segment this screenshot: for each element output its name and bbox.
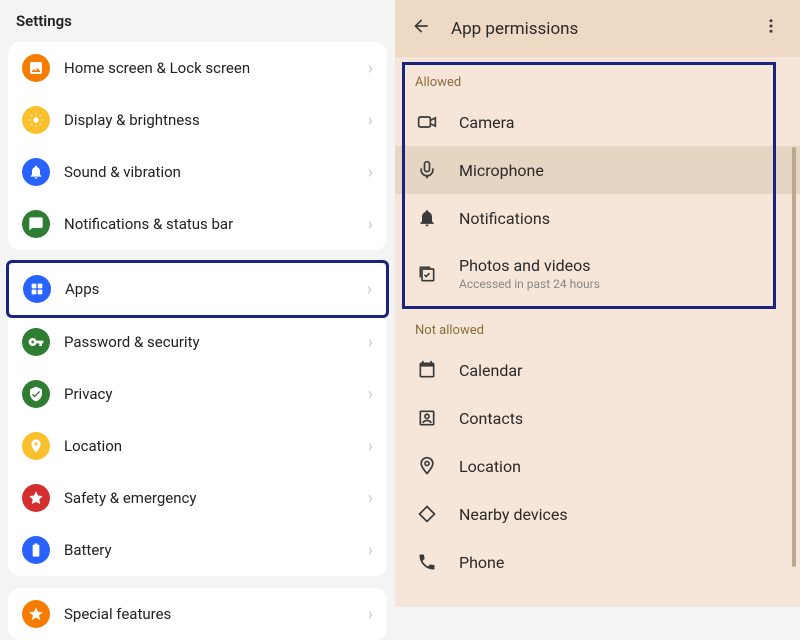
settings-group-2: Special features › (8, 588, 387, 640)
not-allowed-label: Not allowed (395, 305, 800, 346)
location-icon (22, 432, 50, 460)
permissions-title: App permissions (451, 19, 752, 39)
back-button[interactable] (405, 12, 441, 45)
phone-icon (415, 552, 439, 572)
apps-icon (23, 275, 51, 303)
calendar-icon (415, 360, 439, 380)
settings-title: Settings (0, 0, 395, 42)
sidebar-item-safety[interactable]: Safety & emergency › (8, 472, 387, 524)
chevron-right-icon: › (368, 332, 373, 353)
sidebar-item-home-lock[interactable]: Home screen & Lock screen › (8, 42, 387, 94)
sidebar-item-label: Apps (65, 280, 367, 298)
perm-item-calendar[interactable]: Calendar (395, 346, 800, 394)
notifications-icon (22, 210, 50, 238)
perm-label: Camera (459, 113, 780, 132)
chevron-right-icon: › (368, 214, 373, 235)
sidebar-item-display[interactable]: Display & brightness › (8, 94, 387, 146)
sidebar-item-label: Notifications & status bar (64, 215, 368, 233)
key-icon (22, 328, 50, 356)
location-pin-icon (415, 456, 439, 476)
home-icon (22, 54, 50, 82)
chevron-right-icon: › (368, 540, 373, 561)
chevron-right-icon: › (368, 384, 373, 405)
scrollbar[interactable] (792, 147, 796, 567)
settings-group-0: Home screen & Lock screen › Display & br… (8, 42, 387, 250)
perm-label: Calendar (459, 361, 780, 380)
perm-label: Phone (459, 553, 780, 572)
sidebar-item-label: Special features (64, 605, 368, 623)
sidebar-item-label: Display & brightness (64, 111, 368, 129)
sidebar-item-battery[interactable]: Battery › (8, 524, 387, 576)
perm-item-photos[interactable]: Photos and videos Accessed in past 24 ho… (395, 242, 800, 305)
bell-icon (415, 208, 439, 228)
chevron-right-icon: › (368, 162, 373, 183)
camera-icon (415, 112, 439, 132)
perm-label: Microphone (459, 161, 780, 180)
sidebar-item-label: Sound & vibration (64, 163, 368, 181)
sidebar-item-label: Battery (64, 541, 368, 559)
perm-item-camera[interactable]: Camera (395, 98, 800, 146)
sidebar-item-notifications[interactable]: Notifications & status bar › (8, 198, 387, 250)
sidebar-item-label: Location (64, 437, 368, 455)
chevron-right-icon: › (368, 436, 373, 457)
perm-item-nearby[interactable]: Nearby devices (395, 490, 800, 538)
perm-item-contacts[interactable]: Contacts (395, 394, 800, 442)
sidebar-item-password[interactable]: Password & security › (8, 316, 387, 368)
sidebar-item-location[interactable]: Location › (8, 420, 387, 472)
contacts-icon (415, 408, 439, 428)
perm-label: Location (459, 457, 780, 476)
star-icon (22, 600, 50, 628)
sidebar-item-label: Password & security (64, 333, 368, 351)
perm-label: Notifications (459, 209, 780, 228)
perm-sublabel: Accessed in past 24 hours (459, 277, 780, 291)
perm-item-notifications[interactable]: Notifications (395, 194, 800, 242)
brightness-icon (22, 106, 50, 134)
permissions-panel: App permissions Allowed Camera Microphon… (395, 0, 800, 607)
perm-label: Photos and videos (459, 256, 780, 275)
permissions-header: App permissions (395, 0, 800, 57)
battery-icon (22, 536, 50, 564)
photos-icon (415, 264, 439, 284)
allowed-label: Allowed (395, 57, 800, 98)
settings-group-1: Apps › Password & security › Privacy › L… (8, 262, 387, 576)
chevron-right-icon: › (368, 488, 373, 509)
sidebar-item-sound[interactable]: Sound & vibration › (8, 146, 387, 198)
permissions-body: Allowed Camera Microphone Notifications (395, 57, 800, 607)
nearby-icon (415, 504, 439, 524)
overflow-menu-button[interactable] (752, 13, 790, 44)
perm-label: Nearby devices (459, 505, 780, 524)
mic-icon (415, 160, 439, 180)
bell-icon (22, 158, 50, 186)
sidebar-item-label: Home screen & Lock screen (64, 59, 368, 77)
perm-item-phone[interactable]: Phone (395, 538, 800, 586)
sidebar-item-privacy[interactable]: Privacy › (8, 368, 387, 420)
emergency-icon (22, 484, 50, 512)
sidebar-item-special[interactable]: Special features › (8, 588, 387, 640)
perm-item-location[interactable]: Location (395, 442, 800, 490)
chevron-right-icon: › (367, 279, 372, 300)
perm-label: Contacts (459, 409, 780, 428)
sidebar-item-label: Safety & emergency (64, 489, 368, 507)
shield-icon (22, 380, 50, 408)
chevron-right-icon: › (368, 58, 373, 79)
sidebar-item-label: Privacy (64, 385, 368, 403)
chevron-right-icon: › (368, 110, 373, 131)
perm-item-microphone[interactable]: Microphone (395, 146, 800, 194)
sidebar-item-apps[interactable]: Apps › (6, 260, 389, 318)
settings-panel: Settings Home screen & Lock screen › Dis… (0, 0, 395, 607)
